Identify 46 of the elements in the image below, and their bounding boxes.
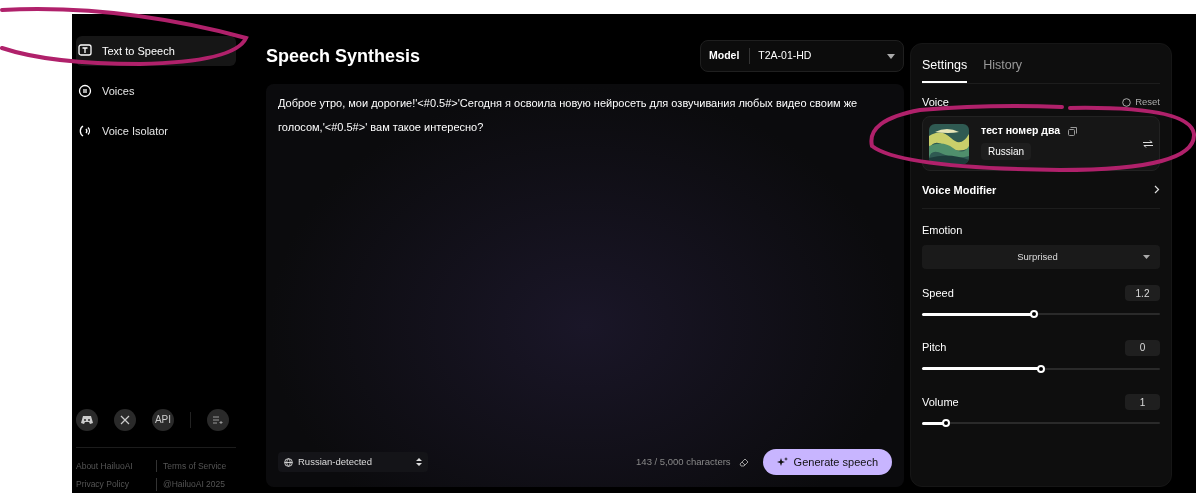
sound-wave-icon — [78, 124, 92, 138]
slider-label: Speed — [922, 285, 954, 301]
language-select[interactable]: Russian-detected — [278, 452, 428, 472]
emotion-label: Emotion — [922, 223, 964, 239]
sidebar-item[interactable]: Voice Isolator — [76, 116, 236, 146]
globe-icon — [284, 457, 293, 467]
model-select[interactable]: Model T2A-01-HD — [700, 40, 904, 72]
value-field[interactable]: 1.2 — [1125, 285, 1160, 301]
slider-label: Pitch — [922, 340, 947, 356]
chevron-right-icon — [1154, 185, 1160, 195]
panel-tab[interactable]: Settings — [922, 56, 968, 83]
speech-text[interactable]: Доброе утро, мои дорогие!'<#0.5#>'Сегодня я освоила новую нейросеть для озвучивания любых видео своим же голосом,'<#0.5#>' вам такое интересно? — [278, 91, 892, 139]
panel-tab[interactable]: History — [983, 56, 1023, 83]
generate-speech-button[interactable]: Generate speech — [762, 449, 892, 475]
swap-icon[interactable] — [1143, 139, 1153, 148]
slider-thumb[interactable] — [1029, 310, 1038, 319]
x-button[interactable] — [114, 408, 136, 431]
caret-icon — [887, 53, 895, 59]
slider-thumb[interactable] — [1037, 364, 1045, 373]
voice-card[interactable]: тест номер два Russian — [922, 116, 1160, 172]
discord-button[interactable] — [76, 408, 98, 431]
list-icon — [213, 415, 223, 424]
value-field[interactable]: 1 — [1125, 394, 1160, 410]
language-tag: Russian — [981, 143, 1032, 161]
character-count: 143 / 5,000 characters — [636, 454, 731, 469]
caret-icon — [1143, 254, 1150, 259]
copy-icon[interactable] — [1068, 126, 1078, 136]
eraser-icon[interactable] — [738, 457, 749, 467]
sparkle-icon — [776, 456, 788, 468]
menu-button[interactable] — [207, 408, 229, 431]
game-controller-icon — [81, 414, 93, 425]
text-icon — [78, 44, 92, 58]
reset-icon — [1122, 97, 1132, 107]
page-title: Speech Synthesis — [266, 44, 421, 68]
voice-name: тест номер два — [981, 123, 1061, 139]
voice-label: Voice — [922, 94, 949, 110]
emotion-select[interactable]: Surprised — [922, 244, 1160, 269]
sort-icon — [416, 458, 422, 466]
api-button[interactable]: API — [152, 408, 174, 431]
slider-label: Volume — [922, 394, 959, 410]
x-logo-icon — [120, 414, 130, 425]
reset-button[interactable]: Reset — [1122, 94, 1160, 110]
value-field[interactable]: 0 — [1125, 339, 1160, 356]
slider-thumb[interactable] — [941, 419, 950, 428]
voice-modifier-row[interactable]: Voice Modifier — [922, 171, 1160, 210]
sidebar-item[interactable]: Voices — [76, 76, 236, 106]
